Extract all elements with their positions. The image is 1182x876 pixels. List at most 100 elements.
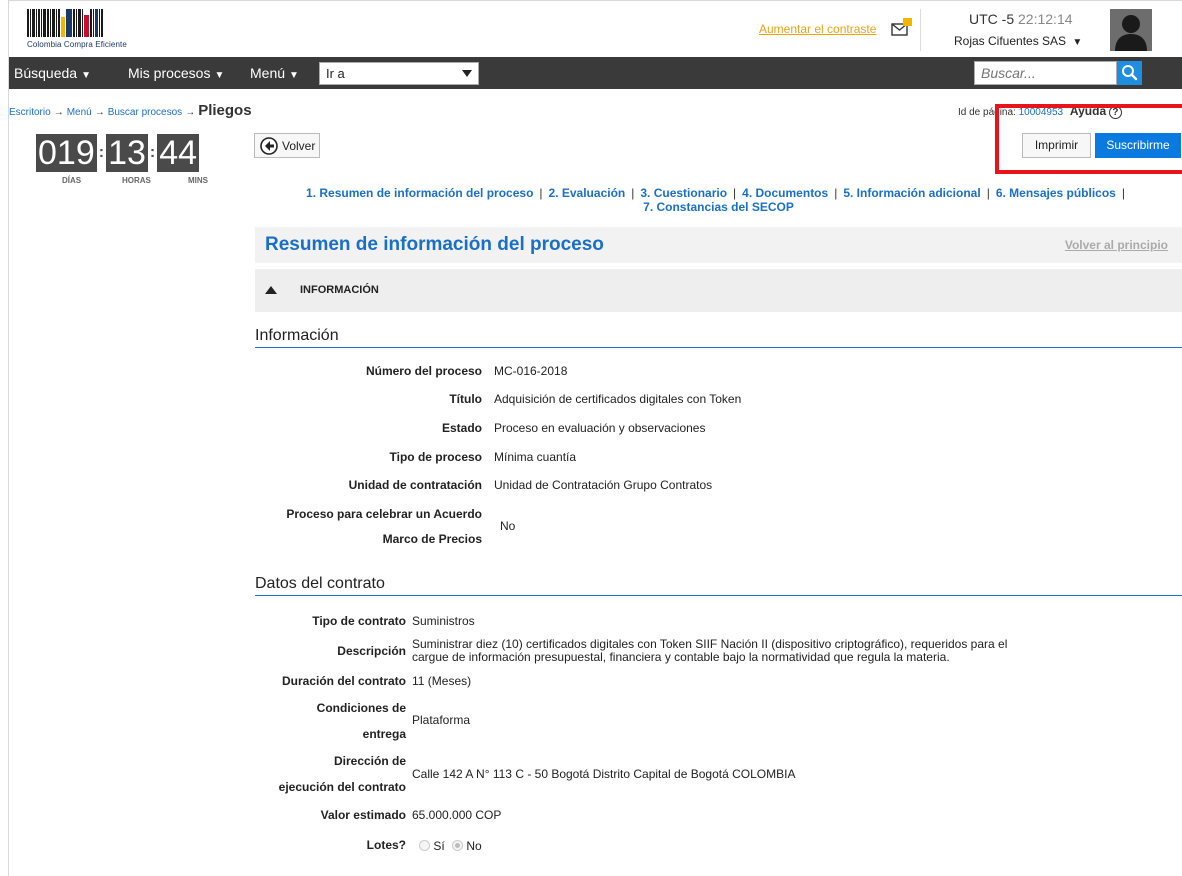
field-value: Unidad de Contratación Grupo Contratos <box>494 478 713 492</box>
section-link-documentos[interactable]: 4. Documentos <box>742 186 828 200</box>
back-to-top-link[interactable]: Volver al principio <box>1065 238 1168 252</box>
logo-text: Colombia Compra Eficiente <box>27 40 127 49</box>
field-label: Lotes? <box>366 838 406 852</box>
company-name: Rojas Cifuentes SAS <box>954 34 1067 48</box>
field-value: Calle 142 A N° 113 C - 50 Bogotá Distrit… <box>412 767 796 781</box>
nav-my-processes-label: Mis procesos <box>128 65 211 81</box>
back-button[interactable]: Volver <box>254 133 320 158</box>
triangle-up-icon <box>265 286 277 294</box>
field-value: Suministrar diez (10) certificados digit… <box>412 637 1008 651</box>
field-value: Suministros <box>412 614 475 628</box>
logo[interactable]: Colombia Compra Eficiente <box>27 9 152 51</box>
pipe-separator: | <box>733 186 737 200</box>
caret-down-icon: ▼ <box>214 70 225 81</box>
header-divider <box>920 9 921 51</box>
search-input[interactable] <box>974 61 1117 85</box>
summary-header: Resumen de información del proceso Volve… <box>255 227 1182 263</box>
field-label: Unidad de contratación <box>348 478 482 492</box>
info-collapsible-label: INFORMACIÓN <box>300 284 379 296</box>
pipe-separator: | <box>834 186 838 200</box>
pipe-separator: | <box>631 186 635 200</box>
section-link-resumen[interactable]: 1. Resumen de información del proceso <box>306 186 533 200</box>
main-navbar: Búsqueda ▼ Mis procesos ▼ Menú ▼ Ir a <box>9 57 1182 89</box>
field-label: Proceso para celebrar un Acuerdo <box>286 507 482 521</box>
print-button[interactable]: Imprimir <box>1022 133 1091 158</box>
search-button[interactable] <box>1117 61 1142 85</box>
user-silhouette-icon <box>1115 15 1147 51</box>
nav-my-processes-menu[interactable]: Mis procesos ▼ <box>128 65 224 81</box>
caret-down-icon: ▼ <box>1072 37 1083 48</box>
section-link-constancias[interactable]: 7. Constancias del SECOP <box>643 200 794 214</box>
back-button-label: Volver <box>282 139 316 153</box>
field-value: Mínima cuantía <box>494 450 577 464</box>
countdown-separator: : <box>98 144 105 161</box>
lots-no-radio[interactable] <box>452 840 464 851</box>
arrow-right-icon: → <box>53 107 64 118</box>
section-nav: 1. Resumen de información del proceso | 2.… <box>255 186 1182 214</box>
field-label: Título <box>449 392 482 406</box>
field-label: ejecución del contrato <box>278 780 406 794</box>
page-title: Pliegos <box>198 102 252 119</box>
breadcrumb-escritorio[interactable]: Escritorio <box>9 107 51 118</box>
field-value: 11 (Meses) <box>412 674 472 688</box>
nav-search-menu[interactable]: Búsqueda ▼ <box>14 65 91 81</box>
breadcrumb-buscar-procesos[interactable]: Buscar procesos <box>108 107 182 118</box>
countdown-hours-label: HORAS <box>122 176 151 185</box>
pipe-separator: | <box>539 186 543 200</box>
section-link-evaluacion[interactable]: 2. Evaluación <box>549 186 626 200</box>
info-collapsible-toggle[interactable]: INFORMACIÓN <box>255 269 1182 312</box>
dropdown-arrow-icon <box>462 70 472 77</box>
barcode-logo-icon <box>27 9 152 37</box>
field-label: Descripción <box>337 644 406 658</box>
field-label: Estado <box>441 421 482 435</box>
arrow-right-icon: → <box>185 107 196 118</box>
countdown-days-label: DÍAS <box>62 176 82 185</box>
field-value: Proceso en evaluación y observaciones <box>494 421 706 435</box>
clock-time: 22:12:14 <box>1018 11 1073 27</box>
countdown-hours: 13 <box>106 134 148 172</box>
timezone-clock: UTC -5 22:12:14 <box>969 11 1073 27</box>
lots-radio-group: Sí No <box>419 839 482 853</box>
caret-down-icon: ▼ <box>289 70 299 81</box>
section-link-mensajes[interactable]: 6. Mensajes públicos <box>996 186 1116 200</box>
field-label: Dirección de <box>333 754 406 768</box>
increase-contrast-link[interactable]: Aumentar el contraste <box>759 22 876 36</box>
timezone-label: UTC -5 <box>969 11 1015 27</box>
field-label: Marco de Precios <box>382 532 482 546</box>
field-label: entrega <box>362 727 406 741</box>
field-value: No <box>500 519 516 533</box>
field-label: Valor estimado <box>320 808 406 822</box>
countdown-mins-label: MINS <box>188 176 208 185</box>
search-icon <box>1122 65 1138 81</box>
field-label: Condiciones de <box>316 701 406 715</box>
avatar[interactable] <box>1110 9 1152 51</box>
nav-menu[interactable]: Menú ▼ <box>250 65 299 81</box>
pipe-separator: | <box>986 186 990 200</box>
nav-search-label: Búsqueda <box>14 65 78 81</box>
field-label: Tipo de proceso <box>389 450 482 464</box>
countdown-mins: 44 <box>157 134 200 172</box>
company-selector[interactable]: Rojas Cifuentes SAS ▼ <box>954 34 1082 48</box>
section-link-cuestionario[interactable]: 3. Cuestionario <box>640 186 727 200</box>
nav-menu-label: Menú <box>250 65 286 81</box>
lots-yes-label: Sí <box>433 839 445 853</box>
goto-select[interactable]: Ir a <box>319 62 479 85</box>
goto-value: Ir a <box>326 66 345 81</box>
lots-yes-radio[interactable] <box>419 840 430 851</box>
countdown-timer: 019 : 13 : 44 DÍAS HORAS MINS <box>36 134 208 185</box>
field-label: Tipo de contrato <box>312 614 406 628</box>
breadcrumb-menu[interactable]: Menú <box>67 107 92 118</box>
lots-no-label: No <box>466 839 482 853</box>
pipe-separator: | <box>1121 186 1125 200</box>
field-value: MC-016-2018 <box>494 364 568 378</box>
arrow-left-circle-icon <box>260 137 278 155</box>
envelope-icon[interactable] <box>891 18 913 36</box>
info-heading: Información <box>255 327 1182 348</box>
section-link-info-adicional[interactable]: 5. Información adicional <box>843 186 980 200</box>
countdown-days: 019 <box>36 134 97 172</box>
caret-down-icon: ▼ <box>81 70 91 81</box>
field-value: Plataforma <box>412 713 471 727</box>
subscribe-button[interactable]: Suscribirme <box>1095 133 1181 158</box>
breadcrumb: Escritorio → Menú → Buscar procesos → Pliegos <box>9 102 252 119</box>
field-value: cargue de información presupuestal, fina… <box>412 650 950 664</box>
